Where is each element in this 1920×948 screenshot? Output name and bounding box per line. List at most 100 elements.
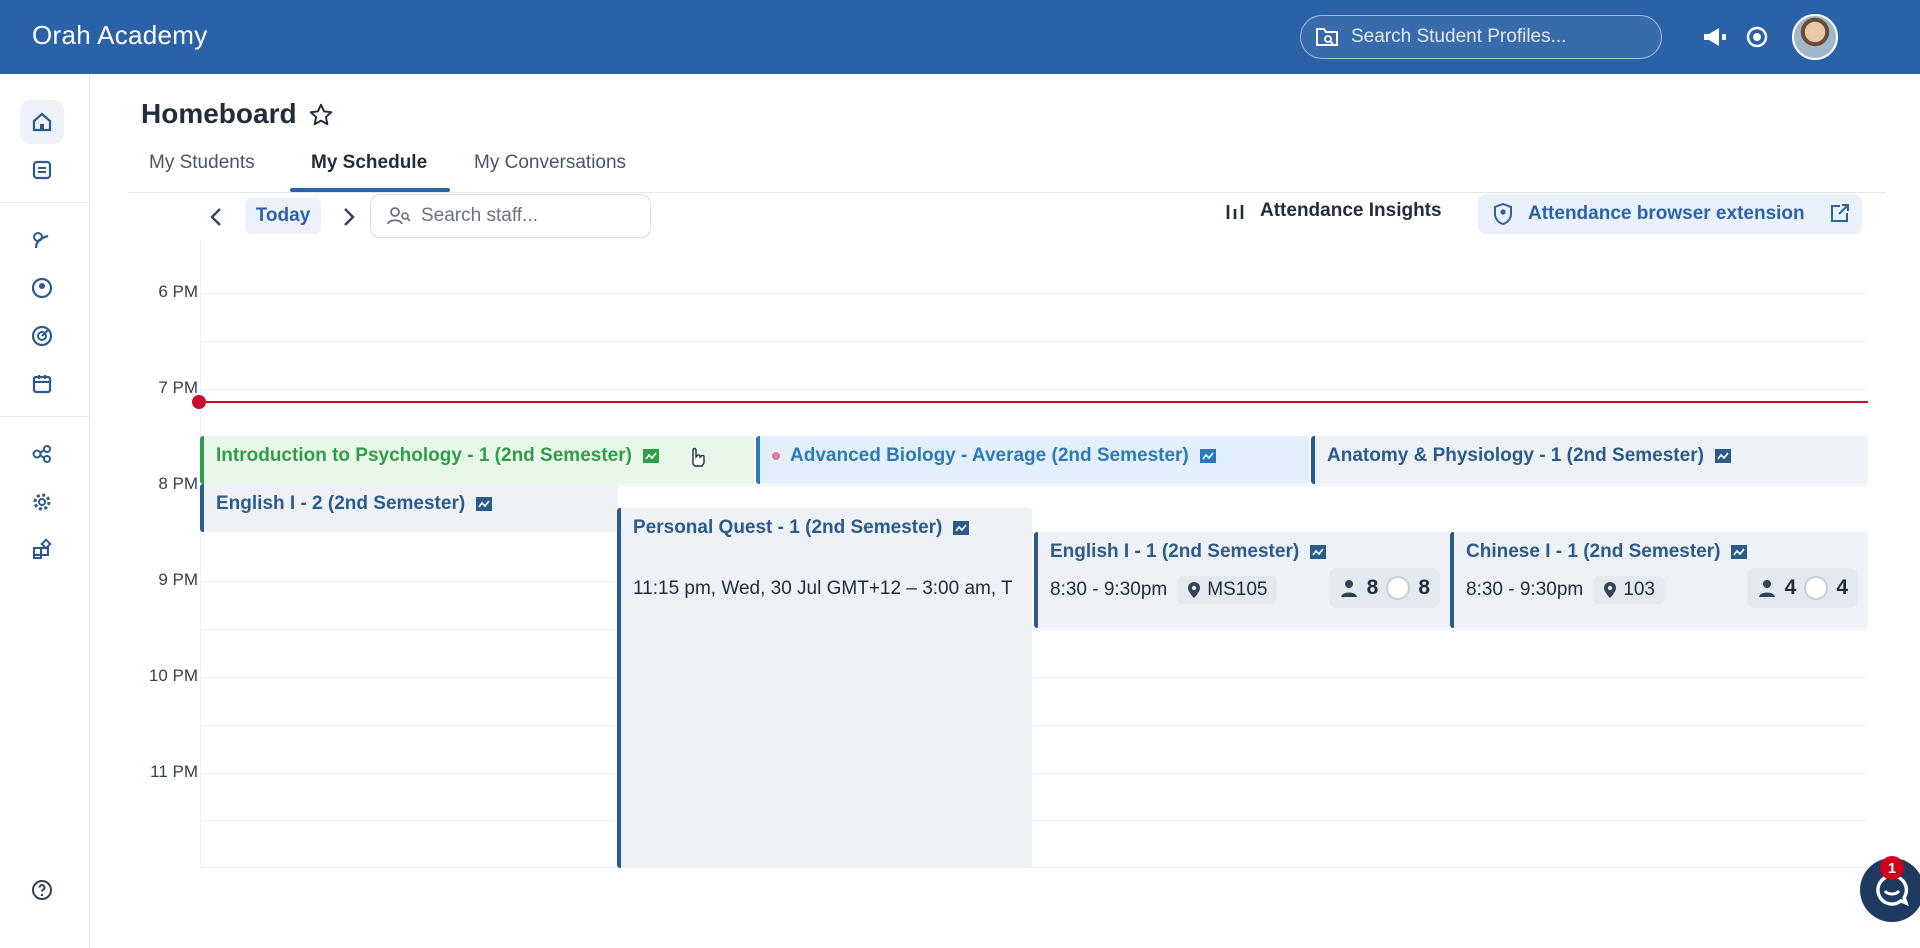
event-time: 8:30 - 9:30pm [1050,579,1168,600]
event-title: Advanced Biology - Average (2nd Semester… [790,445,1189,466]
chart-icon [1199,449,1216,463]
event-title: English I - 2 (2nd Semester) [216,493,466,514]
rail-divider [0,202,89,203]
event-time: 11:15 pm, Wed, 30 Jul GMT+12 – 3:00 am, … [633,578,1013,599]
hour-label: 8 PM [158,474,198,493]
half-hour-line [200,341,1868,342]
chevron-left-icon[interactable] [203,204,229,230]
today-button[interactable]: Today [245,198,321,234]
search-placeholder: Search Student Profiles... [1351,26,1567,47]
event-title: Personal Quest - 1 (2nd Semester) [633,517,943,538]
star-icon[interactable] [308,102,334,133]
radar-icon[interactable] [20,314,64,358]
event-english-2[interactable]: English I - 2 (2nd Semester) [200,484,618,532]
status-icon[interactable] [1742,22,1772,52]
left-rail [0,74,90,948]
chart-icon [1714,449,1731,463]
notebook-icon[interactable] [20,148,64,192]
hour-label: 9 PM [158,570,198,589]
attendance-count: 4 4 [1746,568,1858,608]
hour-line [200,293,1868,294]
gear-icon[interactable] [20,480,64,524]
location-icon[interactable] [20,266,64,310]
pin-icon [1604,582,1617,598]
pin-icon [1188,582,1201,598]
extension-label: Attendance browser extension [1528,203,1805,224]
student-icon [1758,580,1775,597]
chart-icon [1731,545,1748,559]
calendar-bottom-line [200,867,1868,868]
event-title: Anatomy & Physiology - 1 (2nd Semester) [1327,445,1704,466]
event-title: Introduction to Psychology - 1 (2nd Seme… [216,445,632,466]
people-search-icon [387,207,411,225]
room-label: 103 [1623,579,1655,600]
chart-icon [953,521,970,535]
current-time-line [200,401,1868,403]
room-chip: MS105 [1177,576,1278,604]
event-intro-psychology[interactable]: Introduction to Psychology - 1 (2nd Seme… [200,436,754,484]
attendance-insights-label: Attendance Insights [1260,200,1442,221]
event-dot [772,452,780,460]
tab-my-conversations[interactable]: My Conversations [474,152,626,186]
folder-search-icon [1316,28,1338,46]
event-personal-quest[interactable]: Personal Quest - 1 (2nd Semester) 11:15 … [617,508,1032,868]
marked-count: 4 [1836,576,1848,599]
pointer-cursor-icon [692,447,705,467]
attendance-insights-button[interactable]: Attendance Insights [1224,200,1442,222]
half-hour-line [200,820,1868,821]
chart-icon [1310,545,1327,559]
sprout-icon[interactable] [20,218,64,262]
half-hour-line [200,629,1868,630]
room-chip: 103 [1593,576,1665,604]
hour-label: 7 PM [158,378,198,397]
hour-line [200,677,1868,678]
marked-count: 8 [1418,576,1430,599]
apps-icon[interactable] [20,528,64,572]
attendance-extension-button[interactable]: Attendance browser extension [1478,194,1862,234]
event-english-1[interactable]: English I - 1 (2nd Semester) 8:30 - 9:30… [1034,532,1450,628]
app-title: Orah Academy [32,20,208,50]
page-title: Homeboard [141,98,297,129]
attendance-count: 8 8 [1328,568,1440,608]
hour-line [200,389,1868,390]
room-label: MS105 [1207,579,1268,600]
current-time-dot [192,395,206,409]
staff-search-input[interactable]: Search staff... [370,194,651,238]
chart-icon [476,497,493,511]
event-title: Chinese I - 1 (2nd Semester) [1466,541,1721,562]
tab-my-students[interactable]: My Students [149,152,255,186]
shield-location-icon [1494,202,1512,226]
student-icon [1340,580,1357,597]
connections-icon[interactable] [20,432,64,476]
tab-my-schedule[interactable]: My Schedule [311,152,427,186]
student-count: 8 [1366,576,1379,599]
half-hour-line [200,725,1868,726]
student-search[interactable]: Search Student Profiles... [1300,15,1662,59]
home-icon[interactable] [20,100,64,144]
top-bar: Orah Academy Search Student Profiles... [0,0,1920,74]
calendar-icon[interactable] [20,362,64,406]
chart-icon [642,449,659,463]
student-count: 4 [1784,576,1797,599]
megaphone-icon[interactable] [1700,22,1730,52]
notification-badge: 1 [1880,856,1904,880]
hour-label: 6 PM [158,282,198,301]
header-divider [128,192,1886,193]
chevron-right-icon[interactable] [336,204,362,230]
attendance-ring-icon [1804,576,1829,600]
hour-label: 11 PM [150,762,198,781]
avatar[interactable] [1792,14,1838,60]
event-chinese-1[interactable]: Chinese I - 1 (2nd Semester) 8:30 - 9:30… [1450,532,1868,628]
staff-search-placeholder: Search staff... [421,205,538,226]
hour-label: 10 PM [148,666,198,685]
attendance-ring-icon [1386,576,1411,600]
event-anatomy-physiology[interactable]: Anatomy & Physiology - 1 (2nd Semester) [1311,436,1868,484]
bar-chart-icon [1226,205,1244,219]
event-advanced-biology[interactable]: Advanced Biology - Average (2nd Semester… [756,436,1309,484]
help-icon[interactable] [20,868,64,912]
event-title: English I - 1 (2nd Semester) [1050,541,1300,562]
rail-divider [0,416,89,417]
hour-line [200,773,1868,774]
event-time: 8:30 - 9:30pm [1466,579,1584,600]
external-link-icon [1830,204,1849,222]
